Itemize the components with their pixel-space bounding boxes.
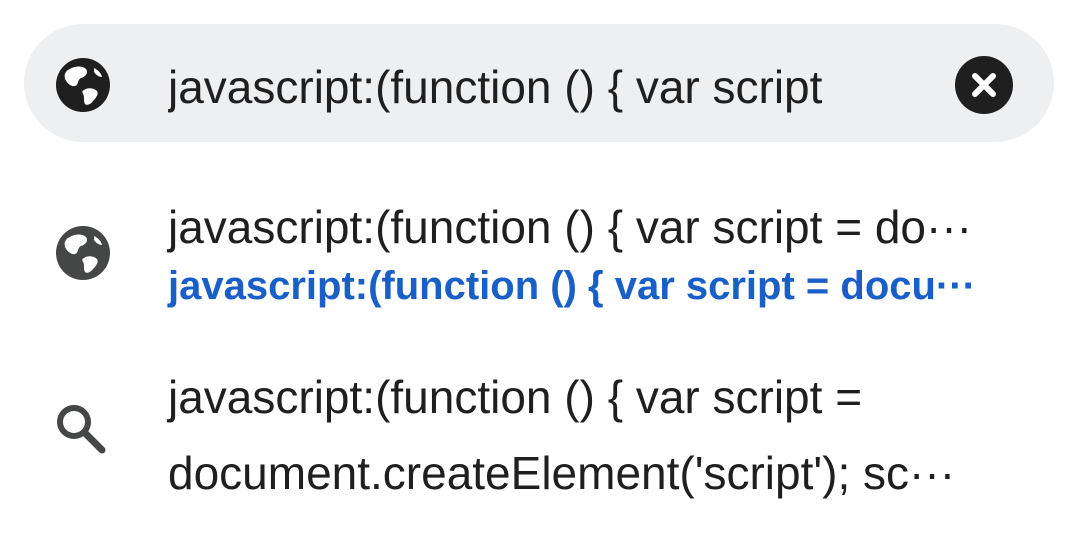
omnibox[interactable]: javascript:(function () { var script [24,24,1054,142]
globe-icon [54,224,112,282]
suggestion-line-2: document.createElement('script'); sc··· [168,447,956,499]
suggestion-url: javascript:(function () { var script = d… [168,264,976,308]
suggestion-title: javascript:(function () { var script = d… [168,201,972,253]
close-icon [972,73,996,97]
search-icon [54,402,110,458]
omnibox-input[interactable]: javascript:(function () { var script [168,56,928,118]
globe-icon [54,56,112,114]
suggestion-line-1: javascript:(function () { var script = [168,371,863,423]
clear-button[interactable] [955,56,1013,114]
suggestion-item-url[interactable]: javascript:(function () { var script = d… [0,196,1078,316]
suggestion-item-search[interactable]: javascript:(function () { var script = d… [0,366,1078,506]
